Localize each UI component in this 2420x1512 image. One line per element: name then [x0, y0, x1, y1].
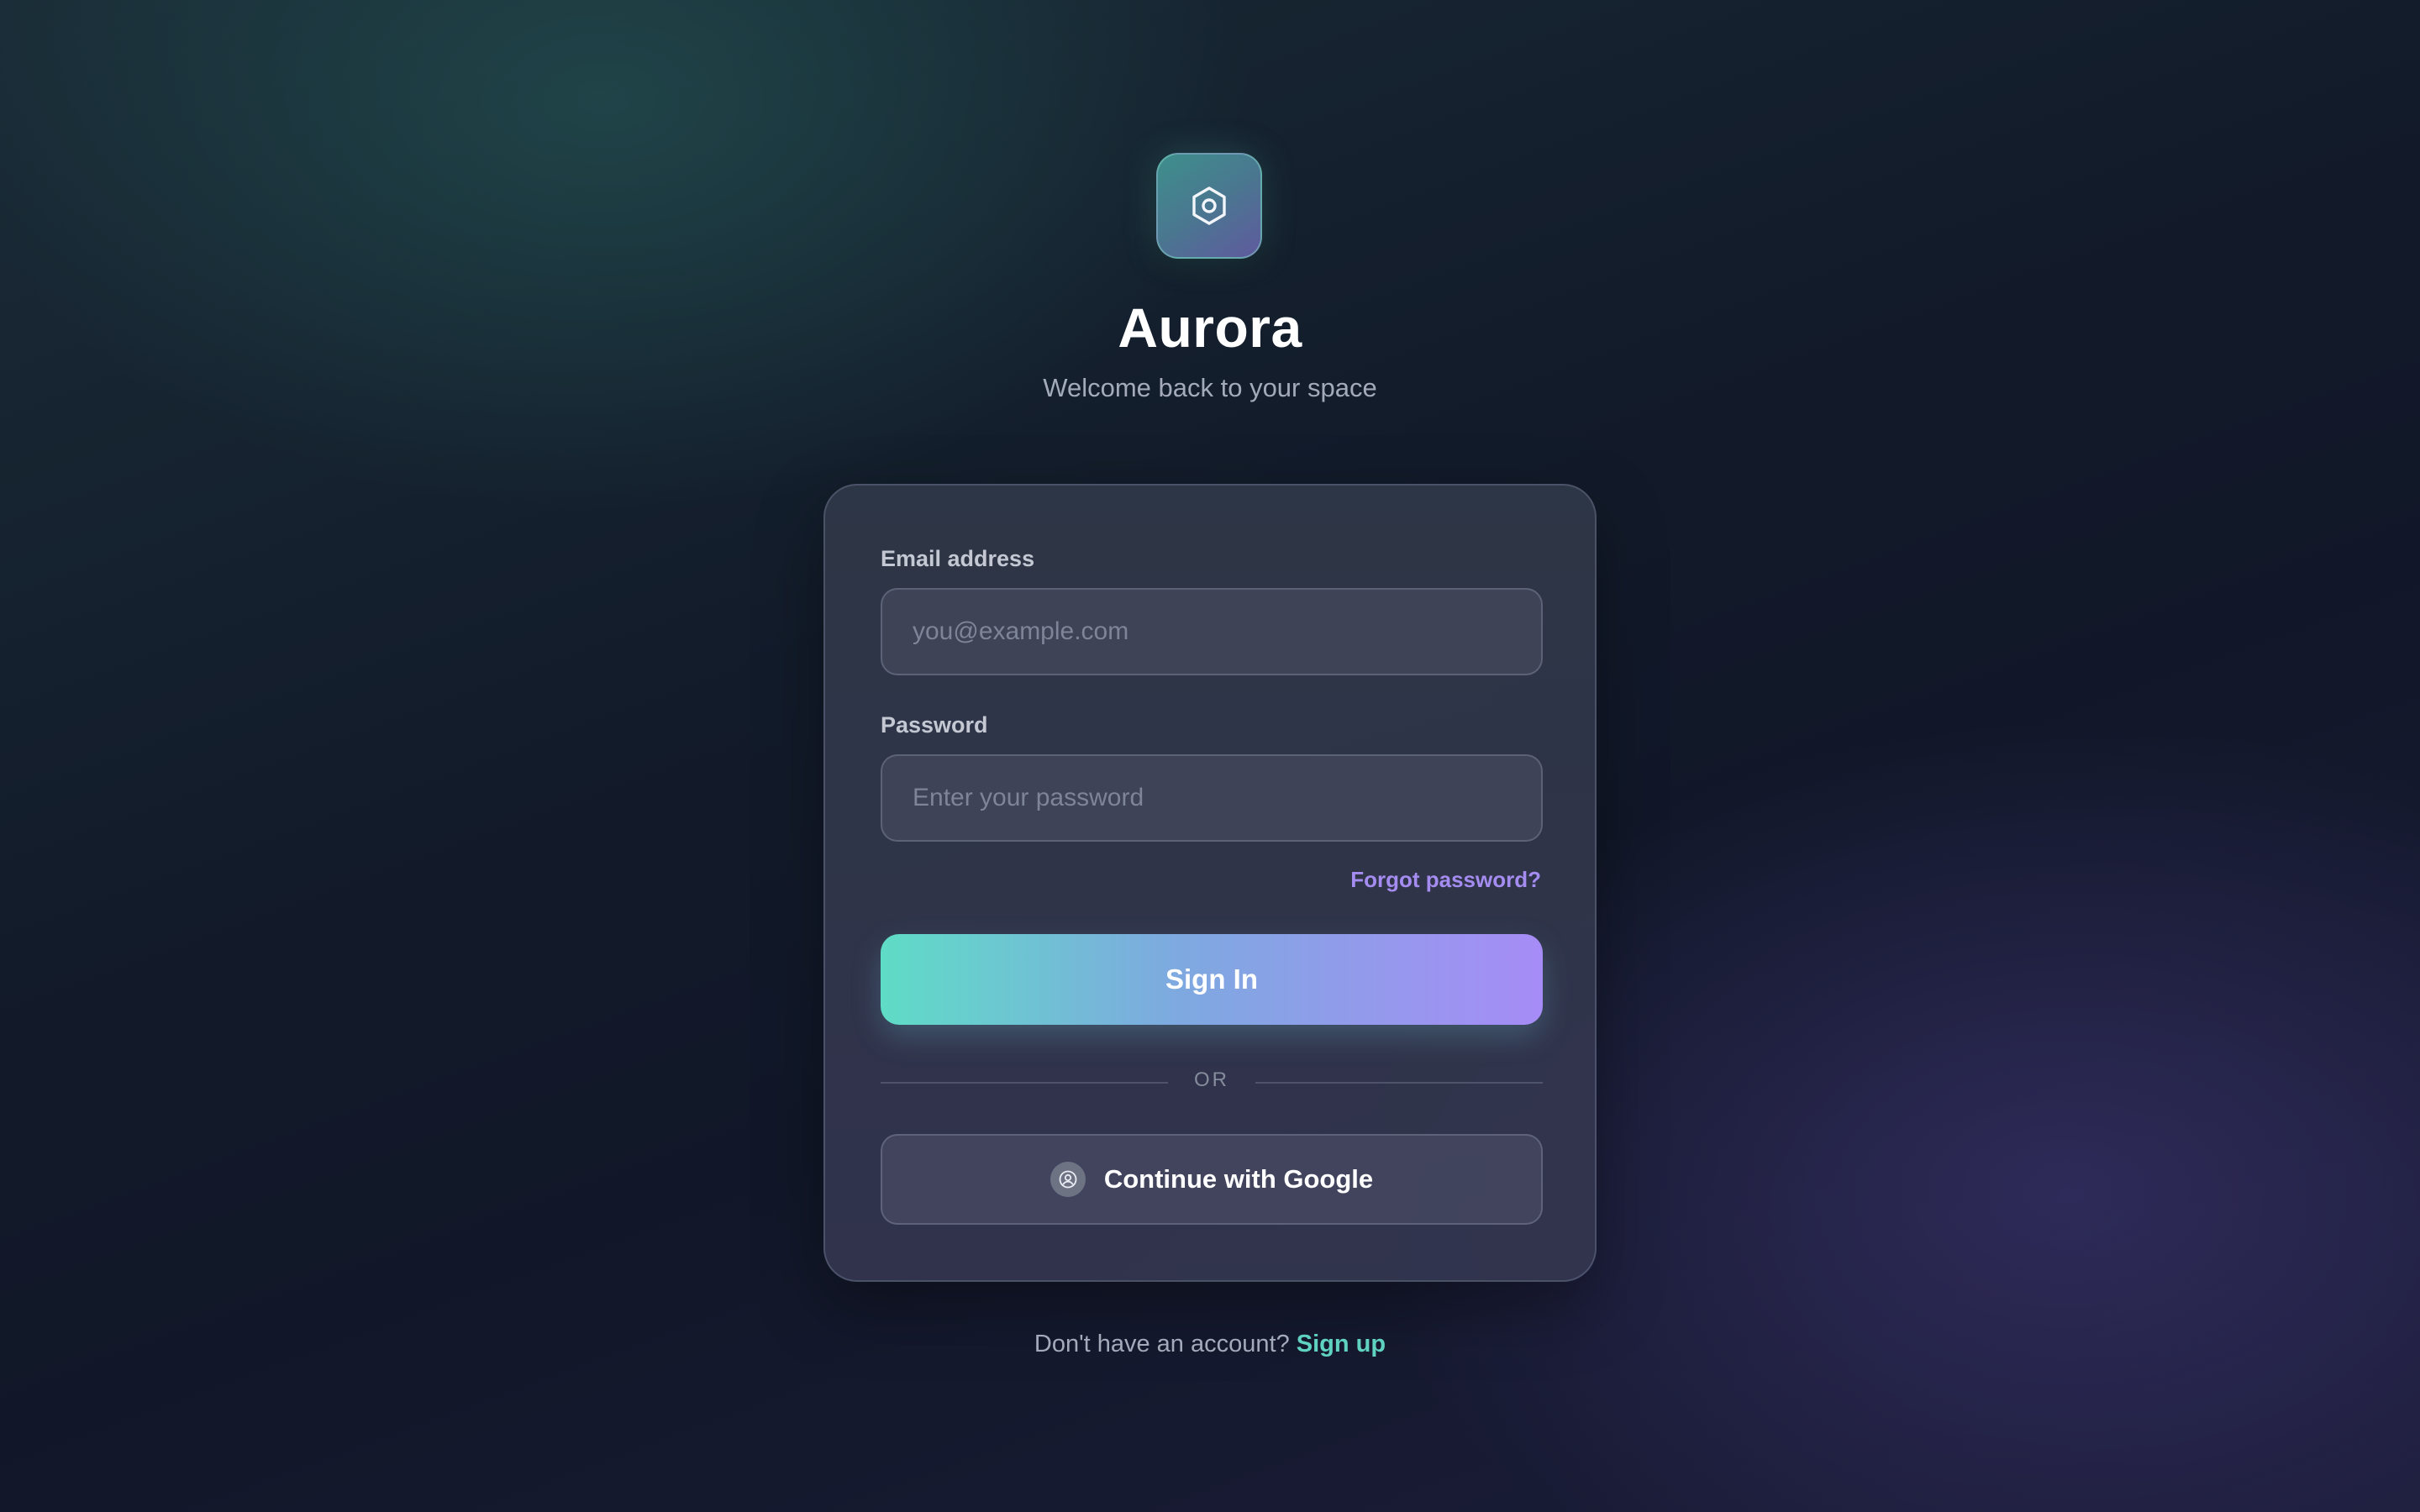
divider-right: [1255, 1082, 1543, 1084]
email-field[interactable]: [881, 588, 1543, 675]
user-circle-icon: [1050, 1162, 1086, 1197]
google-button-label: Continue with Google: [1103, 1164, 1374, 1194]
email-label: Email address: [881, 546, 1035, 571]
divider-or-text: OR: [1194, 1068, 1229, 1091]
app-title: Aurora: [1118, 297, 1302, 359]
continue-with-google-button[interactable]: Continue with Google: [881, 1134, 1543, 1225]
divider-left: [881, 1082, 1168, 1084]
app-logo: [1156, 153, 1262, 259]
sign-in-button[interactable]: Sign In: [881, 934, 1543, 1025]
password-label: Password: [881, 712, 988, 738]
login-card: Email address Password Forgot password? …: [823, 484, 1597, 1282]
hexagon-icon: [1192, 186, 1226, 225]
sign-up-link[interactable]: Sign up: [1297, 1331, 1386, 1357]
signup-row: Don't have an account? Sign up: [0, 1331, 2420, 1358]
app-subtitle: Welcome back to your space: [1043, 373, 1377, 402]
signup-prompt: Don't have an account?: [1034, 1331, 1297, 1357]
forgot-password-link[interactable]: Forgot password?: [1350, 867, 1541, 893]
password-field[interactable]: [881, 754, 1543, 842]
